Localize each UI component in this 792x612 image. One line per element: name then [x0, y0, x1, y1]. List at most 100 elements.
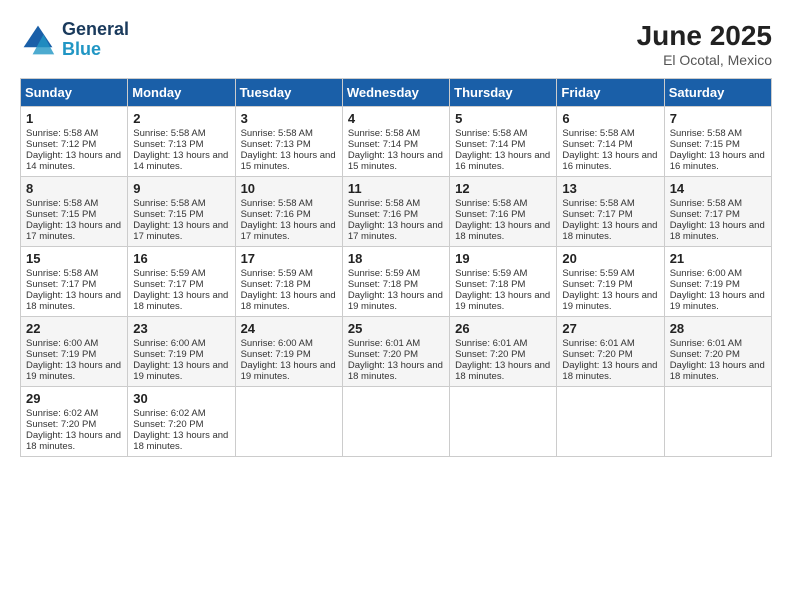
day-number: 9	[133, 181, 229, 196]
table-row: 2 Sunrise: 5:58 AM Sunset: 7:13 PM Dayli…	[128, 107, 235, 177]
table-row: 3 Sunrise: 5:58 AM Sunset: 7:13 PM Dayli…	[235, 107, 342, 177]
table-row: 17 Sunrise: 5:59 AM Sunset: 7:18 PM Dayl…	[235, 247, 342, 317]
calendar-row: 15 Sunrise: 5:58 AM Sunset: 7:17 PM Dayl…	[21, 247, 772, 317]
day-number: 1	[26, 111, 122, 126]
logo-text: General Blue	[62, 20, 129, 60]
daylight-label: Daylight: 13 hours and 15 minutes.	[241, 150, 336, 172]
sunrise-label: Sunrise: 6:02 AM	[133, 408, 205, 419]
col-sunday: Sunday	[21, 79, 128, 107]
day-number: 18	[348, 251, 444, 266]
table-row: 16 Sunrise: 5:59 AM Sunset: 7:17 PM Dayl…	[128, 247, 235, 317]
daylight-label: Daylight: 13 hours and 17 minutes.	[348, 220, 443, 242]
table-row: 7 Sunrise: 5:58 AM Sunset: 7:15 PM Dayli…	[664, 107, 771, 177]
sunset-label: Sunset: 7:15 PM	[670, 139, 740, 150]
table-row: 1 Sunrise: 5:58 AM Sunset: 7:12 PM Dayli…	[21, 107, 128, 177]
sunset-label: Sunset: 7:17 PM	[670, 209, 740, 220]
col-friday: Friday	[557, 79, 664, 107]
daylight-label: Daylight: 13 hours and 18 minutes.	[455, 360, 550, 382]
sunset-label: Sunset: 7:18 PM	[348, 279, 418, 290]
sunset-label: Sunset: 7:17 PM	[26, 279, 96, 290]
daylight-label: Daylight: 13 hours and 17 minutes.	[133, 220, 228, 242]
table-row: 28 Sunrise: 6:01 AM Sunset: 7:20 PM Dayl…	[664, 317, 771, 387]
day-number: 10	[241, 181, 337, 196]
sunset-label: Sunset: 7:20 PM	[670, 349, 740, 360]
daylight-label: Daylight: 13 hours and 14 minutes.	[133, 150, 228, 172]
day-number: 16	[133, 251, 229, 266]
sunrise-label: Sunrise: 5:58 AM	[670, 198, 742, 209]
table-row: 10 Sunrise: 5:58 AM Sunset: 7:16 PM Dayl…	[235, 177, 342, 247]
sunrise-label: Sunrise: 5:58 AM	[670, 128, 742, 139]
sunset-label: Sunset: 7:20 PM	[133, 419, 203, 430]
daylight-label: Daylight: 13 hours and 18 minutes.	[26, 430, 121, 452]
sunset-label: Sunset: 7:20 PM	[455, 349, 525, 360]
sunrise-label: Sunrise: 5:58 AM	[348, 198, 420, 209]
table-row: 21 Sunrise: 6:00 AM Sunset: 7:19 PM Dayl…	[664, 247, 771, 317]
sunset-label: Sunset: 7:16 PM	[348, 209, 418, 220]
day-number: 6	[562, 111, 658, 126]
daylight-label: Daylight: 13 hours and 19 minutes.	[133, 360, 228, 382]
table-row: 5 Sunrise: 5:58 AM Sunset: 7:14 PM Dayli…	[450, 107, 557, 177]
sunset-label: Sunset: 7:16 PM	[241, 209, 311, 220]
day-number: 22	[26, 321, 122, 336]
day-number: 15	[26, 251, 122, 266]
calendar-row: 29 Sunrise: 6:02 AM Sunset: 7:20 PM Dayl…	[21, 387, 772, 457]
table-row	[557, 387, 664, 457]
sunrise-label: Sunrise: 5:58 AM	[133, 128, 205, 139]
day-number: 8	[26, 181, 122, 196]
daylight-label: Daylight: 13 hours and 16 minutes.	[670, 150, 765, 172]
sunset-label: Sunset: 7:18 PM	[455, 279, 525, 290]
table-row: 15 Sunrise: 5:58 AM Sunset: 7:17 PM Dayl…	[21, 247, 128, 317]
sunset-label: Sunset: 7:14 PM	[455, 139, 525, 150]
sunset-label: Sunset: 7:19 PM	[562, 279, 632, 290]
table-row: 12 Sunrise: 5:58 AM Sunset: 7:16 PM Dayl…	[450, 177, 557, 247]
table-row: 24 Sunrise: 6:00 AM Sunset: 7:19 PM Dayl…	[235, 317, 342, 387]
day-number: 17	[241, 251, 337, 266]
table-row: 19 Sunrise: 5:59 AM Sunset: 7:18 PM Dayl…	[450, 247, 557, 317]
sunrise-label: Sunrise: 5:58 AM	[455, 128, 527, 139]
sunrise-label: Sunrise: 6:01 AM	[562, 338, 634, 349]
table-row: 20 Sunrise: 5:59 AM Sunset: 7:19 PM Dayl…	[557, 247, 664, 317]
day-number: 14	[670, 181, 766, 196]
table-row: 26 Sunrise: 6:01 AM Sunset: 7:20 PM Dayl…	[450, 317, 557, 387]
sunrise-label: Sunrise: 5:58 AM	[562, 128, 634, 139]
daylight-label: Daylight: 13 hours and 19 minutes.	[562, 290, 657, 312]
sunset-label: Sunset: 7:17 PM	[133, 279, 203, 290]
table-row: 22 Sunrise: 6:00 AM Sunset: 7:19 PM Dayl…	[21, 317, 128, 387]
daylight-label: Daylight: 13 hours and 19 minutes.	[241, 360, 336, 382]
calendar-row: 1 Sunrise: 5:58 AM Sunset: 7:12 PM Dayli…	[21, 107, 772, 177]
table-row: 25 Sunrise: 6:01 AM Sunset: 7:20 PM Dayl…	[342, 317, 449, 387]
daylight-label: Daylight: 13 hours and 18 minutes.	[26, 290, 121, 312]
calendar-row: 22 Sunrise: 6:00 AM Sunset: 7:19 PM Dayl…	[21, 317, 772, 387]
sunrise-label: Sunrise: 5:58 AM	[241, 128, 313, 139]
table-row: 8 Sunrise: 5:58 AM Sunset: 7:15 PM Dayli…	[21, 177, 128, 247]
table-row: 18 Sunrise: 5:59 AM Sunset: 7:18 PM Dayl…	[342, 247, 449, 317]
daylight-label: Daylight: 13 hours and 19 minutes.	[26, 360, 121, 382]
day-number: 2	[133, 111, 229, 126]
sunrise-label: Sunrise: 5:59 AM	[133, 268, 205, 279]
table-row: 30 Sunrise: 6:02 AM Sunset: 7:20 PM Dayl…	[128, 387, 235, 457]
table-row: 23 Sunrise: 6:00 AM Sunset: 7:19 PM Dayl…	[128, 317, 235, 387]
daylight-label: Daylight: 13 hours and 18 minutes.	[562, 220, 657, 242]
table-row: 27 Sunrise: 6:01 AM Sunset: 7:20 PM Dayl…	[557, 317, 664, 387]
table-row	[450, 387, 557, 457]
sunset-label: Sunset: 7:18 PM	[241, 279, 311, 290]
day-number: 7	[670, 111, 766, 126]
sunset-label: Sunset: 7:14 PM	[562, 139, 632, 150]
daylight-label: Daylight: 13 hours and 19 minutes.	[348, 290, 443, 312]
day-number: 29	[26, 391, 122, 406]
sunrise-label: Sunrise: 5:59 AM	[348, 268, 420, 279]
col-monday: Monday	[128, 79, 235, 107]
daylight-label: Daylight: 13 hours and 18 minutes.	[133, 290, 228, 312]
sunset-label: Sunset: 7:20 PM	[562, 349, 632, 360]
page-header: General Blue June 2025 El Ocotal, Mexico	[20, 20, 772, 68]
table-row: 14 Sunrise: 5:58 AM Sunset: 7:17 PM Dayl…	[664, 177, 771, 247]
day-number: 27	[562, 321, 658, 336]
sunrise-label: Sunrise: 6:00 AM	[133, 338, 205, 349]
daylight-label: Daylight: 13 hours and 19 minutes.	[455, 290, 550, 312]
col-tuesday: Tuesday	[235, 79, 342, 107]
logo-icon	[20, 22, 56, 58]
sunrise-label: Sunrise: 5:58 AM	[455, 198, 527, 209]
day-number: 25	[348, 321, 444, 336]
calendar-table: Sunday Monday Tuesday Wednesday Thursday…	[20, 78, 772, 457]
sunrise-label: Sunrise: 6:02 AM	[26, 408, 98, 419]
